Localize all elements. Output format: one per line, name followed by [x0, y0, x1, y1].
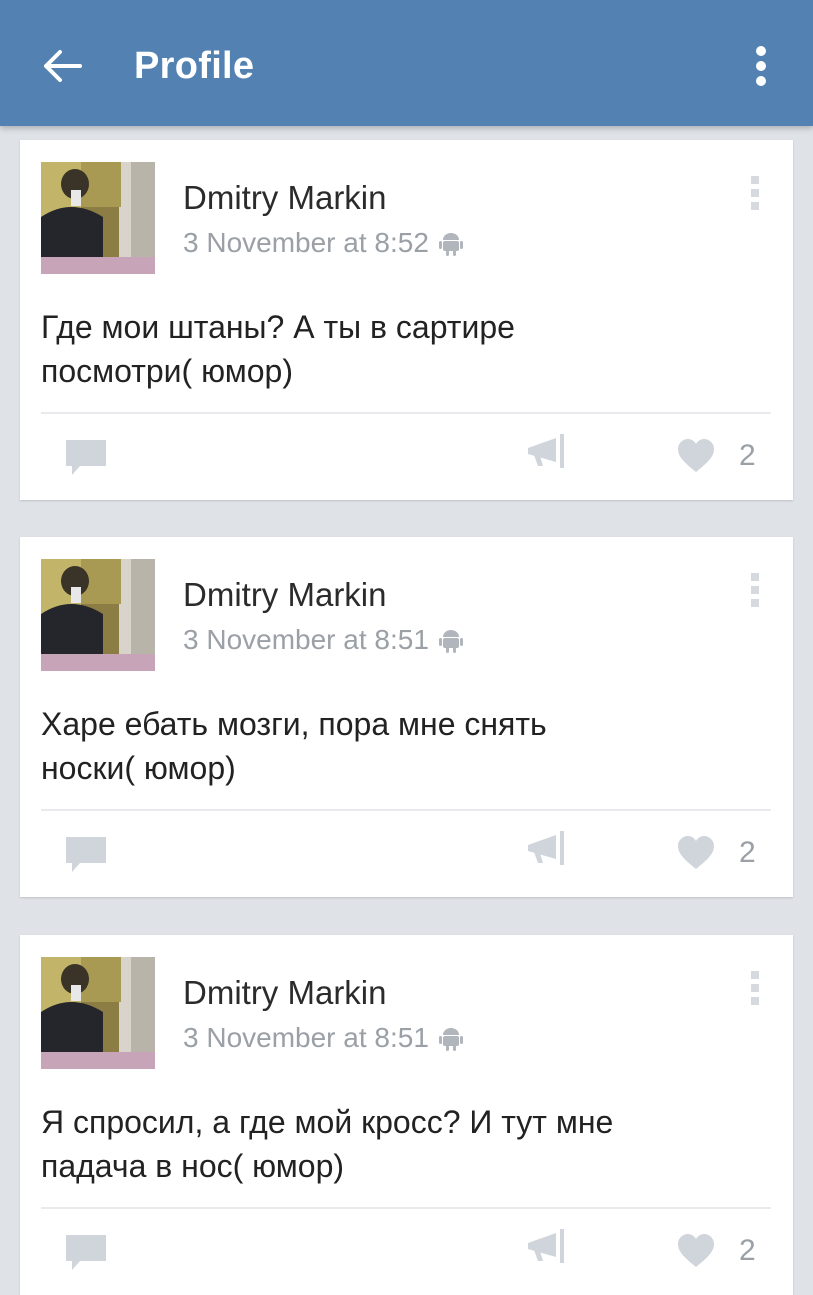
post-text-line: Харе ебать мозги, пора мне снять [41, 706, 547, 742]
like-count: 2 [739, 439, 756, 472]
avatar[interactable] [41, 957, 155, 1069]
megaphone-icon [528, 1229, 564, 1263]
divider [41, 412, 771, 414]
post-text-line: носки( юмор) [41, 750, 236, 786]
post-time: 3 November at 8:51 [183, 1022, 429, 1053]
post-time: 3 November at 8:51 [183, 624, 429, 655]
post-text: Харе ебать мозги, пора мне снять носки( … [41, 702, 761, 790]
post-timestamp: 3 November at 8:51 [183, 622, 463, 658]
like-button[interactable]: 2 [677, 436, 756, 476]
more-vertical-icon [751, 176, 759, 210]
post-timestamp: 3 November at 8:52 [183, 225, 463, 261]
comment-button[interactable] [64, 835, 108, 875]
post-author[interactable]: Dmitry Markin [183, 973, 387, 1013]
post-card: Dmitry Markin 3 November at 8:51 Я спрос… [20, 935, 793, 1295]
post-menu-button[interactable] [745, 170, 765, 216]
heart-icon [678, 1234, 714, 1267]
like-count: 2 [739, 836, 756, 869]
post-text: Я спросил, а где мой кросс? И тут мне па… [41, 1100, 761, 1188]
more-vertical-icon [751, 573, 759, 607]
divider [41, 809, 771, 811]
like-button[interactable]: 2 [677, 1231, 756, 1271]
post-text-line: падача в нос( юмор) [41, 1148, 345, 1184]
post-time: 3 November at 8:52 [183, 227, 429, 258]
comment-button[interactable] [64, 438, 108, 478]
post-text-line: Я спросил, а где мой кросс? И тут мне [41, 1104, 614, 1140]
post-timestamp: 3 November at 8:51 [183, 1020, 463, 1056]
avatar[interactable] [41, 559, 155, 671]
comment-icon [66, 837, 106, 872]
megaphone-icon [528, 434, 564, 468]
share-button[interactable] [526, 432, 572, 472]
post-author[interactable]: Dmitry Markin [183, 178, 387, 218]
like-button[interactable]: 2 [677, 833, 756, 873]
android-icon [438, 233, 463, 256]
arrow-left-icon [44, 50, 82, 82]
comment-icon [66, 1235, 106, 1270]
back-button[interactable] [30, 34, 94, 98]
like-count: 2 [739, 1234, 756, 1267]
more-vertical-icon [756, 46, 766, 86]
share-button[interactable] [526, 829, 572, 869]
share-button[interactable] [526, 1227, 572, 1267]
heart-icon [678, 836, 714, 869]
post-menu-button[interactable] [745, 567, 765, 613]
post-card: Dmitry Markin 3 November at 8:51 Харе еб… [20, 537, 793, 897]
more-options-button[interactable] [739, 36, 783, 96]
post-text: Где мои штаны? А ты в сартире посмотри( … [41, 305, 761, 393]
avatar[interactable] [41, 162, 155, 274]
android-icon [438, 1028, 463, 1051]
post-text-line: посмотри( юмор) [41, 353, 293, 389]
post-text-line: Где мои штаны? А ты в сартире [41, 309, 515, 345]
more-vertical-icon [751, 971, 759, 1005]
heart-icon [678, 439, 714, 472]
post-menu-button[interactable] [745, 965, 765, 1011]
post-author[interactable]: Dmitry Markin [183, 575, 387, 615]
divider [41, 1207, 771, 1209]
android-icon [438, 630, 463, 653]
comment-button[interactable] [64, 1233, 108, 1273]
comment-icon [66, 440, 106, 475]
page-title: Profile [134, 45, 255, 87]
post-card: Dmitry Markin 3 November at 8:52 Где мои… [20, 140, 793, 500]
app-bar: Profile [0, 0, 813, 126]
megaphone-icon [528, 831, 564, 865]
